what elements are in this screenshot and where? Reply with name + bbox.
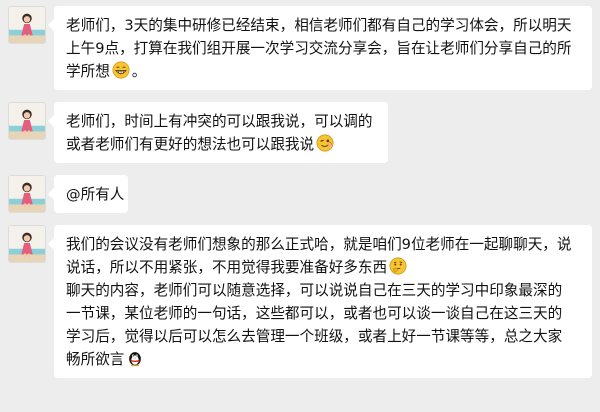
chat-message: 老师们，时间上有冲突的可以跟我说，可以调的 或者老师们有更好的想法也可以跟我说: [0, 102, 600, 163]
mention-all-text: @所有人: [66, 186, 125, 203]
thinking-emoji-icon: [389, 257, 407, 275]
chat-message: 老师们，3天的集中研修已经结束，相信老师们都有自己的学习体会，所以明天 上午9点…: [0, 6, 600, 90]
message-bubble[interactable]: 老师们，时间上有冲突的可以跟我说，可以调的 或者老师们有更好的想法也可以跟我说: [48, 102, 388, 163]
message-line: 一节课，某位老师的一句话，这些都可以，或者也可以谈一谈自己在这三天的: [66, 305, 563, 322]
message-line: 老师们，时间上有冲突的可以跟我说，可以调的: [66, 113, 373, 130]
message-line: 聊天的内容，老师们可以随意选择，可以说说自己在三天的学习中印象最深的: [66, 282, 563, 299]
wink-emoji-icon: [316, 134, 334, 152]
avatar[interactable]: [8, 175, 46, 213]
message-line: 我们的会议没有老师们想象的那么正式哈，就是咱们9位老师在一起聊聊天，说: [66, 236, 572, 253]
message-line: 学习后，觉得以后可以怎么去管理一个班级，或者上好一节课等等，总之大家: [66, 328, 563, 345]
chat-message: @所有人: [0, 175, 600, 213]
message-line: 畅所欲言: [66, 351, 125, 368]
message-bubble[interactable]: 老师们，3天的集中研修已经结束，相信老师们都有自己的学习体会，所以明天 上午9点…: [48, 6, 592, 90]
message-line: 上午9点，打算在我们组开展一次学习交流分享会，旨在让老师们分享自己的所: [66, 40, 572, 57]
penguin-emoji-icon: [126, 349, 144, 367]
grin-emoji-icon: [112, 61, 130, 79]
message-text: 。: [131, 63, 147, 80]
chat-message: 我们的会议没有老师们想象的那么正式哈，就是咱们9位老师在一起聊聊天，说 说话，所…: [0, 225, 600, 378]
message-line: 学所想: [66, 63, 110, 80]
message-line: 老师们，3天的集中研修已经结束，相信老师们都有自己的学习体会，所以明天: [66, 17, 572, 34]
avatar[interactable]: [8, 6, 46, 44]
chat-window: 老师们，3天的集中研修已经结束，相信老师们都有自己的学习体会，所以明天 上午9点…: [0, 0, 600, 412]
avatar[interactable]: [8, 225, 46, 263]
message-bubble[interactable]: @所有人: [48, 175, 128, 213]
avatar[interactable]: [8, 102, 46, 140]
message-line: 说话，所以不用紧张，不用觉得我要准备好多东西: [66, 259, 388, 276]
message-bubble[interactable]: 我们的会议没有老师们想象的那么正式哈，就是咱们9位老师在一起聊聊天，说 说话，所…: [48, 225, 592, 378]
message-line: 或者老师们有更好的想法也可以跟我说: [66, 136, 315, 153]
